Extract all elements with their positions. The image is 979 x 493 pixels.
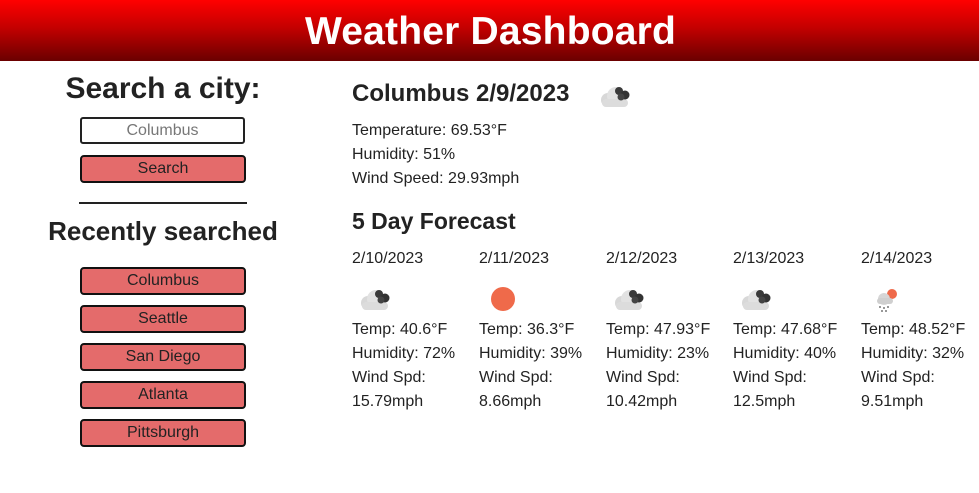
search-input[interactable] — [80, 117, 245, 144]
current-wind: Wind Speed: 29.93mph — [352, 170, 520, 187]
forecast-temp: Temp: 48.52°F — [861, 321, 966, 338]
current-city-title: Columbus 2/9/2023 — [352, 80, 570, 107]
cloudy-icon — [610, 284, 650, 314]
current-temperature: Temperature: 69.53°F — [352, 122, 507, 139]
rain-sun-icon — [865, 284, 905, 314]
recent-city-button[interactable]: Pittsburgh — [80, 419, 246, 447]
current-humidity: Humidity: 51% — [352, 146, 456, 163]
cloudy-icon — [596, 80, 636, 112]
forecast-day-card: 2/11/2023 Temp: 36.3°F Humidity: 39% Win… — [479, 247, 591, 414]
forecast-temp: Temp: 47.68°F — [733, 321, 838, 338]
forecast-temp: Temp: 40.6°F — [352, 321, 448, 338]
app-header: Weather Dashboard — [0, 0, 979, 61]
forecast-wind: Wind Spd: 8.66mph — [479, 369, 553, 410]
forecast-humidity: Humidity: 39% — [479, 345, 583, 362]
forecast-day-card: 2/14/2023 Temp: 48.52°F Humidity: 32% Wi… — [861, 247, 973, 414]
forecast-wind: Wind Spd: 10.42mph — [606, 369, 680, 410]
search-heading: Search a city: — [65, 72, 261, 105]
main-content: Columbus 2/9/2023 Temperature: 69.53°F H… — [352, 61, 972, 493]
forecast-humidity: Humidity: 72% — [352, 345, 456, 362]
page-title: Weather Dashboard — [304, 9, 677, 53]
forecast-temp: Temp: 47.93°F — [606, 321, 711, 338]
forecast-humidity: Humidity: 32% — [861, 345, 965, 362]
recent-city-button[interactable]: Columbus — [80, 267, 246, 295]
sun-icon — [483, 284, 523, 314]
recent-heading: Recently searched — [48, 216, 278, 246]
forecast-wind: Wind Spd: 9.51mph — [861, 369, 935, 410]
forecast-day-card: 2/10/2023 Temp: 40.6°F Humidity: 72% Win… — [352, 247, 464, 414]
recent-city-button[interactable]: Seattle — [80, 305, 246, 333]
forecast-date: 2/11/2023 — [479, 250, 549, 267]
recent-city-button[interactable]: Atlanta — [80, 381, 246, 409]
forecast-date: 2/13/2023 — [733, 250, 805, 267]
forecast-humidity: Humidity: 23% — [606, 345, 710, 362]
forecast-wind: Wind Spd: 15.79mph — [352, 369, 426, 410]
forecast-date: 2/10/2023 — [352, 250, 424, 267]
forecast-wind: Wind Spd: 12.5mph — [733, 369, 807, 410]
cloudy-icon — [356, 284, 396, 314]
forecast-day-card: 2/12/2023 Temp: 47.93°F Humidity: 23% Wi… — [606, 247, 718, 414]
recent-city-button[interactable]: San Diego — [80, 343, 246, 371]
cloudy-icon — [737, 284, 777, 314]
search-button[interactable]: Search — [80, 155, 246, 183]
divider — [79, 202, 247, 204]
forecast-heading: 5 Day Forecast — [352, 208, 516, 234]
forecast-date: 2/14/2023 — [861, 250, 933, 267]
forecast-humidity: Humidity: 40% — [733, 345, 837, 362]
forecast-temp: Temp: 36.3°F — [479, 321, 575, 338]
forecast-day-card: 2/13/2023 Temp: 47.68°F Humidity: 40% Wi… — [733, 247, 845, 414]
forecast-date: 2/12/2023 — [606, 250, 678, 267]
